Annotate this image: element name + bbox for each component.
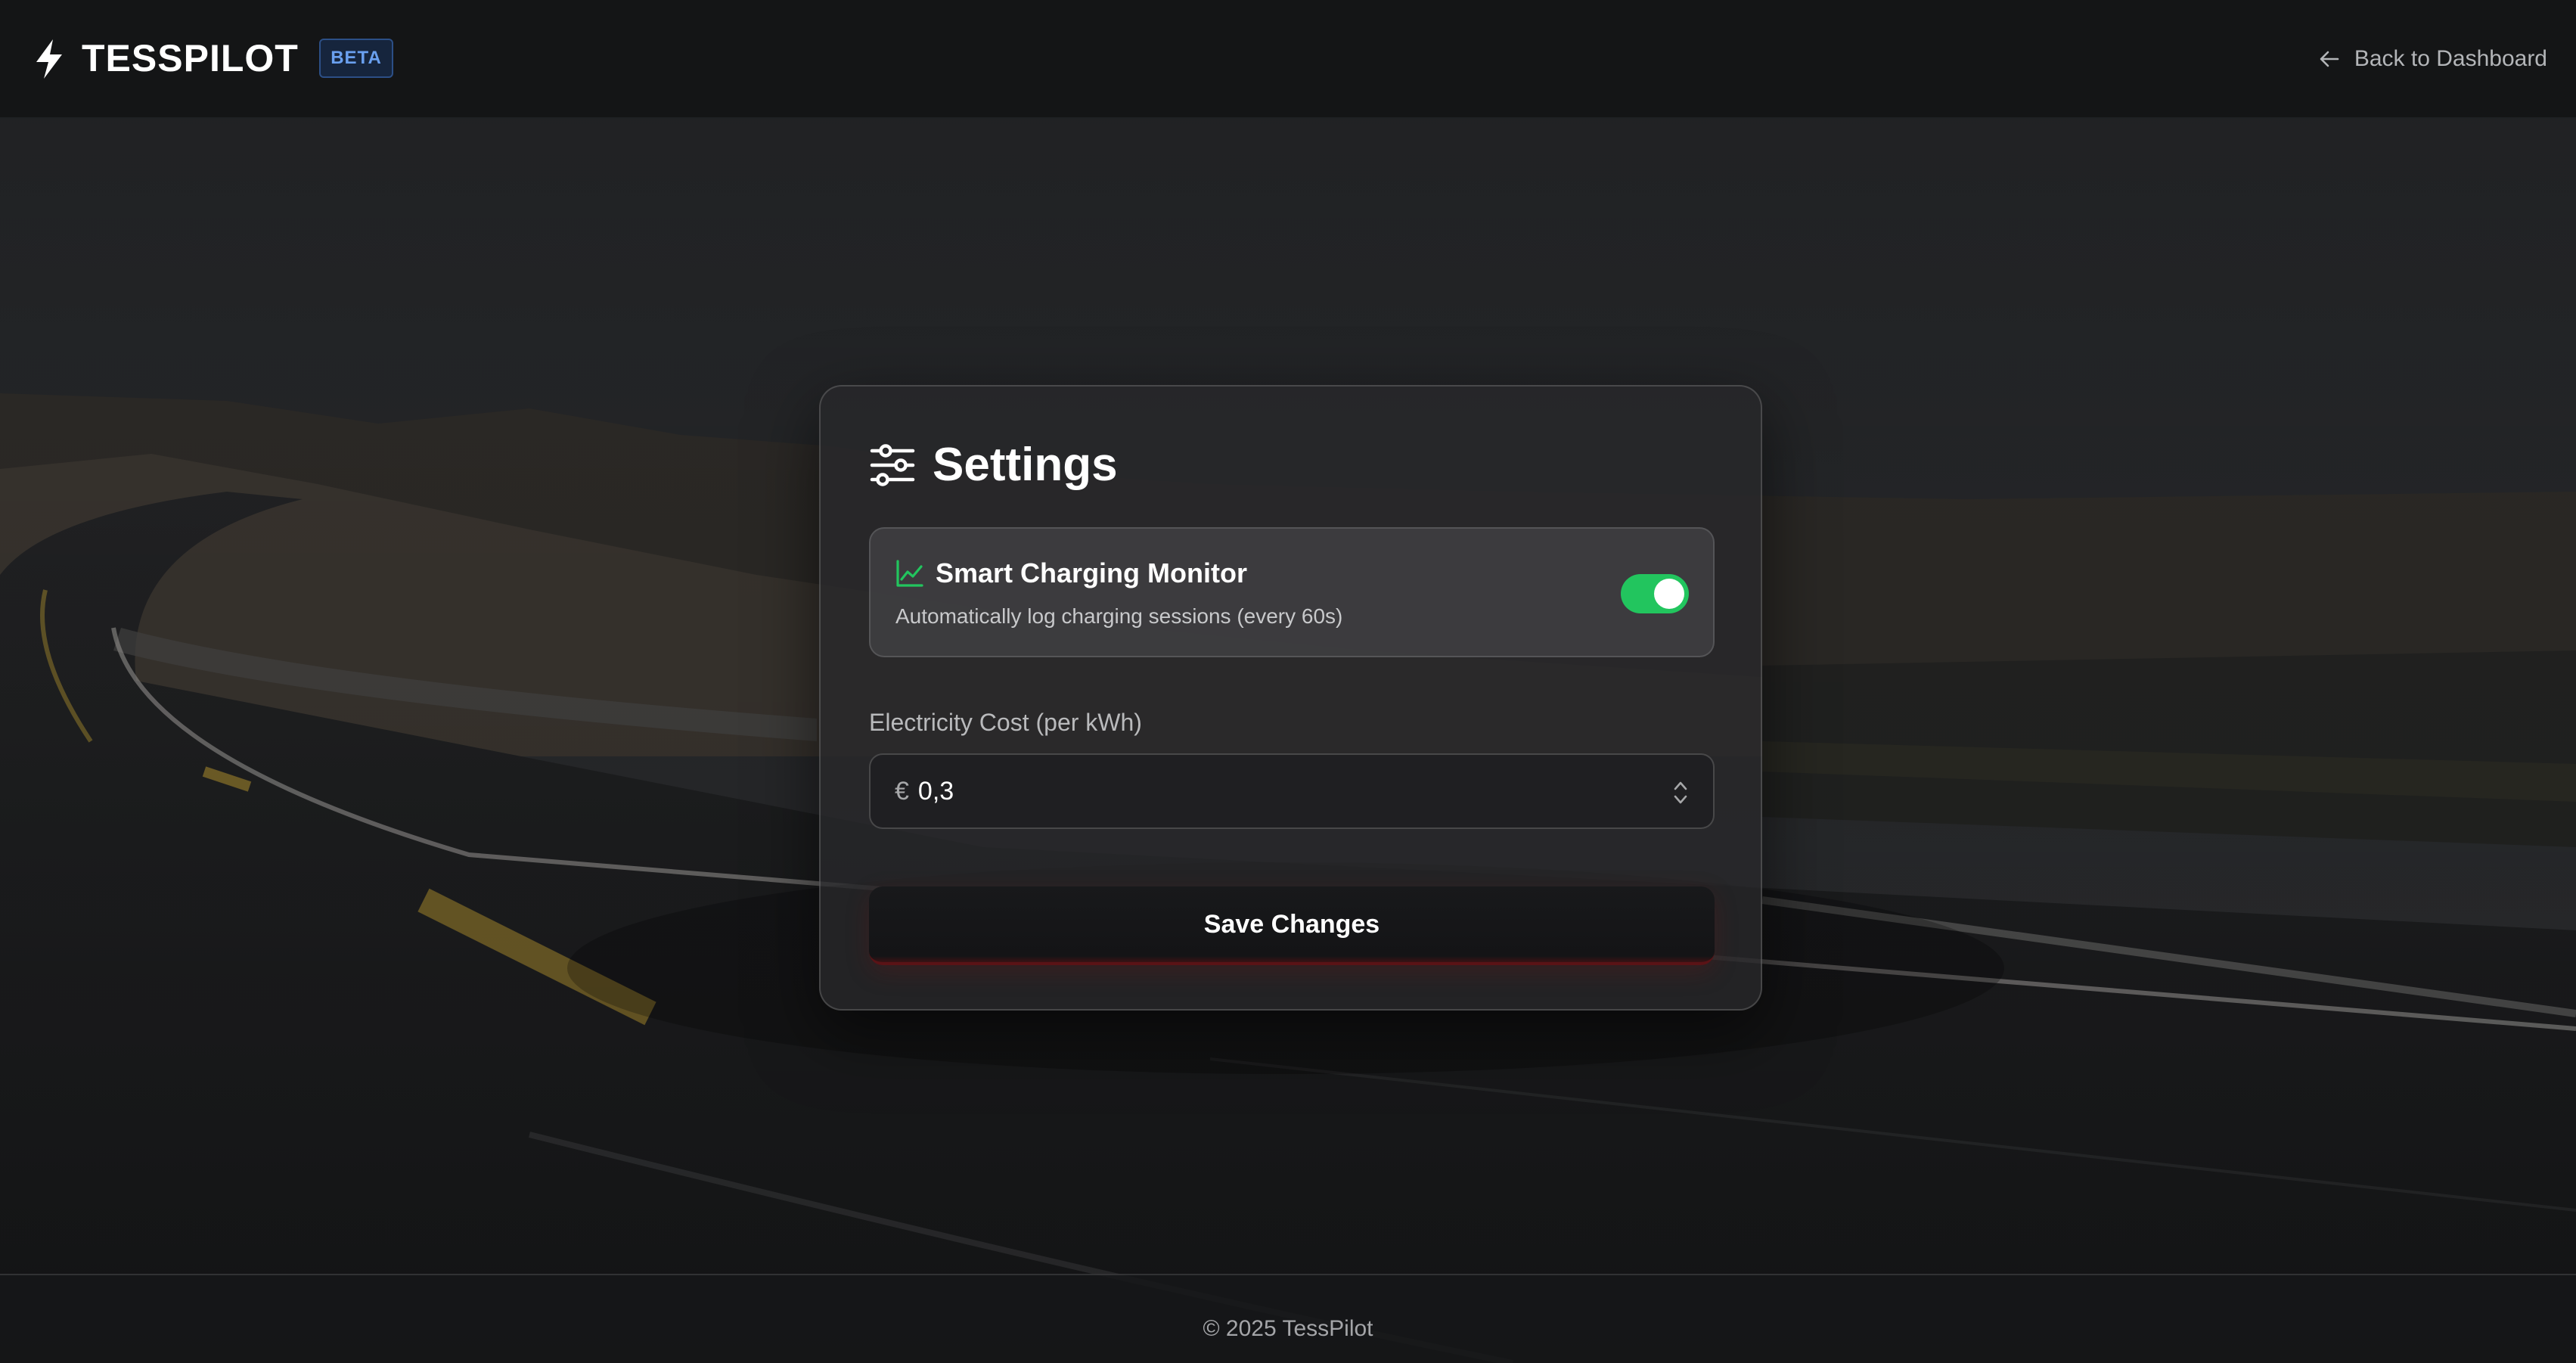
top-header: TESSPILOT BETA Back to Dashboard	[0, 0, 2576, 119]
back-link-label: Back to Dashboard	[2354, 46, 2547, 71]
number-stepper-icon[interactable]	[1672, 779, 1689, 806]
sliders-icon	[870, 443, 915, 486]
toggle-knob	[1654, 579, 1684, 609]
arrow-left-icon	[2320, 51, 2339, 67]
smart-charging-description: Automatically log charging sessions (eve…	[895, 604, 1343, 628]
settings-card: Settings Smart Charging Monitor Automati…	[819, 385, 1762, 1011]
save-changes-button[interactable]: Save Changes	[869, 886, 1715, 965]
smart-charging-panel: Smart Charging Monitor Automatically log…	[869, 527, 1715, 657]
settings-page: TESSPILOT BETA Back to Dashboard Setting…	[0, 0, 2576, 1363]
lightning-bolt-icon	[36, 39, 62, 79]
electricity-cost-input[interactable]	[917, 776, 1599, 806]
smart-charging-title: Smart Charging Monitor	[936, 557, 1247, 588]
brand-name[interactable]: TESSPILOT	[82, 36, 299, 80]
currency-symbol: €	[895, 776, 909, 806]
smart-charging-heading: Smart Charging Monitor	[895, 557, 1247, 589]
page-title: Settings	[933, 439, 1118, 491]
settings-header: Settings	[869, 438, 1118, 492]
electricity-cost-label: Electricity Cost (per kWh)	[869, 709, 1142, 736]
electricity-cost-field: €	[869, 753, 1715, 829]
line-chart-icon	[896, 560, 923, 587]
beta-badge: BETA	[319, 39, 393, 78]
footer: © 2025 TessPilot	[0, 1274, 2576, 1363]
copyright-text: © 2025 TessPilot	[1203, 1316, 1373, 1341]
smart-charging-toggle[interactable]	[1621, 574, 1689, 613]
back-to-dashboard-link[interactable]: Back to Dashboard	[2318, 42, 2547, 76]
